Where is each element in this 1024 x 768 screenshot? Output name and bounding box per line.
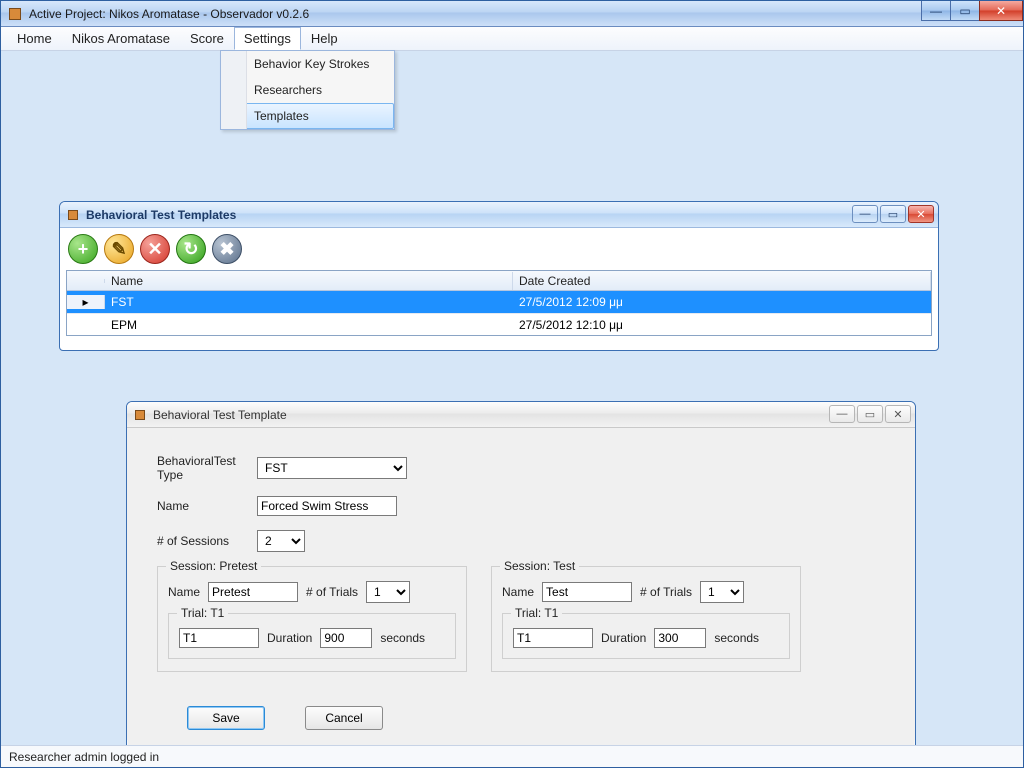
cell-name: FST <box>105 293 513 311</box>
trial-legend: Trial: T1 <box>177 606 228 620</box>
trials-select[interactable]: 1 <box>700 581 744 603</box>
sessions-container: Session: Pretest Name # of Trials 1 Tria… <box>157 566 885 672</box>
duration-input[interactable] <box>320 628 372 648</box>
type-select[interactable]: FST <box>257 457 407 479</box>
trial-legend: Trial: T1 <box>511 606 562 620</box>
templates-close-button[interactable]: ✕ <box>908 205 934 223</box>
delete-button[interactable]: ✕ <box>140 234 170 264</box>
cell-date: 27/5/2012 12:10 μμ <box>513 316 931 334</box>
templates-minimize-button[interactable]: — <box>852 205 878 223</box>
grid-column-date[interactable]: Date Created <box>513 272 931 290</box>
editor-title: Behavioral Test Template <box>153 408 287 422</box>
app-icon <box>7 6 23 22</box>
templates-titlebar[interactable]: Behavioral Test Templates — ▭ ✕ <box>60 202 938 228</box>
statusbar: Researcher admin logged in <box>1 745 1023 767</box>
menu-help[interactable]: Help <box>301 27 348 50</box>
close-button[interactable]: ✕ <box>979 1 1023 21</box>
settings-dropdown: Behavior Key Strokes Researchers Templat… <box>220 50 395 130</box>
grid-row[interactable]: EPM 27/5/2012 12:10 μμ <box>67 313 931 335</box>
menubar: Home Nikos Aromatase Score Settings Help… <box>1 27 1023 51</box>
menu-settings[interactable]: Settings <box>234 27 301 50</box>
label-type: BehavioralTest Type <box>157 454 257 482</box>
add-button[interactable]: + <box>68 234 98 264</box>
minimize-button[interactable]: — <box>921 1 951 21</box>
refresh-button[interactable]: ↻ <box>176 234 206 264</box>
editor-minimize-button[interactable]: — <box>829 405 855 423</box>
label-trials: # of Trials <box>640 585 692 599</box>
label-seconds: seconds <box>380 631 425 645</box>
row-selector-icon: ▸ <box>67 295 105 309</box>
label-seconds: seconds <box>714 631 759 645</box>
editor-window: Behavioral Test Template — ▭ ✕ Behaviora… <box>126 401 916 745</box>
label-session-name: Name <box>502 585 534 599</box>
status-text: Researcher admin logged in <box>9 750 159 764</box>
window-controls: — ▭ ✕ <box>921 1 1023 26</box>
templates-title: Behavioral Test Templates <box>86 208 236 222</box>
grid-header: Name Date Created <box>67 271 931 291</box>
edit-button[interactable]: ✎ <box>104 234 134 264</box>
duration-input[interactable] <box>654 628 706 648</box>
save-button[interactable]: Save <box>187 706 265 730</box>
templates-window-icon <box>66 208 80 222</box>
templates-toolbar: + ✎ ✕ ↻ ✖ <box>66 232 932 270</box>
grid-column-name[interactable]: Name <box>105 272 513 290</box>
menu-score[interactable]: Score <box>180 27 234 50</box>
templates-grid: Name Date Created ▸ FST 27/5/2012 12:09 … <box>66 270 932 336</box>
session-test-fieldset: Session: Test Name # of Trials 1 Trial: … <box>491 566 801 672</box>
editor-maximize-button[interactable]: ▭ <box>857 405 883 423</box>
session-name-input[interactable] <box>542 582 632 602</box>
sessions-select[interactable]: 2 <box>257 530 305 552</box>
trial-name-input[interactable] <box>513 628 593 648</box>
main-titlebar[interactable]: Active Project: Nikos Aromatase - Observ… <box>1 1 1023 27</box>
name-input[interactable] <box>257 496 397 516</box>
main-title: Active Project: Nikos Aromatase - Observ… <box>29 7 309 21</box>
menu-project[interactable]: Nikos Aromatase <box>62 27 180 50</box>
templates-body: + ✎ ✕ ↻ ✖ Name Date Created ▸ FST 27 <box>60 228 938 342</box>
trials-select[interactable]: 1 <box>366 581 410 603</box>
clear-button[interactable]: ✖ <box>212 234 242 264</box>
editor-buttons: Save Cancel <box>187 706 885 730</box>
trial-name-input[interactable] <box>179 628 259 648</box>
menu-home[interactable]: Home <box>7 27 62 50</box>
grid-row[interactable]: ▸ FST 27/5/2012 12:09 μμ <box>67 291 931 313</box>
session-name-input[interactable] <box>208 582 298 602</box>
trial-fieldset: Trial: T1 Duration seconds <box>502 613 790 659</box>
session-pretest-fieldset: Session: Pretest Name # of Trials 1 Tria… <box>157 566 467 672</box>
label-trials: # of Trials <box>306 585 358 599</box>
trial-fieldset: Trial: T1 Duration seconds <box>168 613 456 659</box>
label-name: Name <box>157 499 257 513</box>
label-duration: Duration <box>601 631 646 645</box>
main-window: Active Project: Nikos Aromatase - Observ… <box>0 0 1024 768</box>
editor-body: BehavioralTest Type FST Name # of Sessio… <box>127 428 915 740</box>
session-legend: Session: Pretest <box>166 559 261 573</box>
label-duration: Duration <box>267 631 312 645</box>
editor-window-icon <box>133 408 147 422</box>
templates-window: Behavioral Test Templates — ▭ ✕ + ✎ ✕ ↻ … <box>59 201 939 351</box>
dropdown-gutter <box>221 51 247 129</box>
session-legend: Session: Test <box>500 559 579 573</box>
cell-date: 27/5/2012 12:09 μμ <box>513 293 931 311</box>
label-session-name: Name <box>168 585 200 599</box>
cell-name: EPM <box>105 316 513 334</box>
client-area: Behavioral Test Templates — ▭ ✕ + ✎ ✕ ↻ … <box>1 51 1023 745</box>
templates-maximize-button[interactable]: ▭ <box>880 205 906 223</box>
maximize-button[interactable]: ▭ <box>950 1 980 21</box>
label-sessions: # of Sessions <box>157 534 257 548</box>
editor-titlebar[interactable]: Behavioral Test Template — ▭ ✕ <box>127 402 915 428</box>
editor-close-button[interactable]: ✕ <box>885 405 911 423</box>
cancel-button[interactable]: Cancel <box>305 706 383 730</box>
grid-rowhead-column[interactable] <box>67 279 105 283</box>
